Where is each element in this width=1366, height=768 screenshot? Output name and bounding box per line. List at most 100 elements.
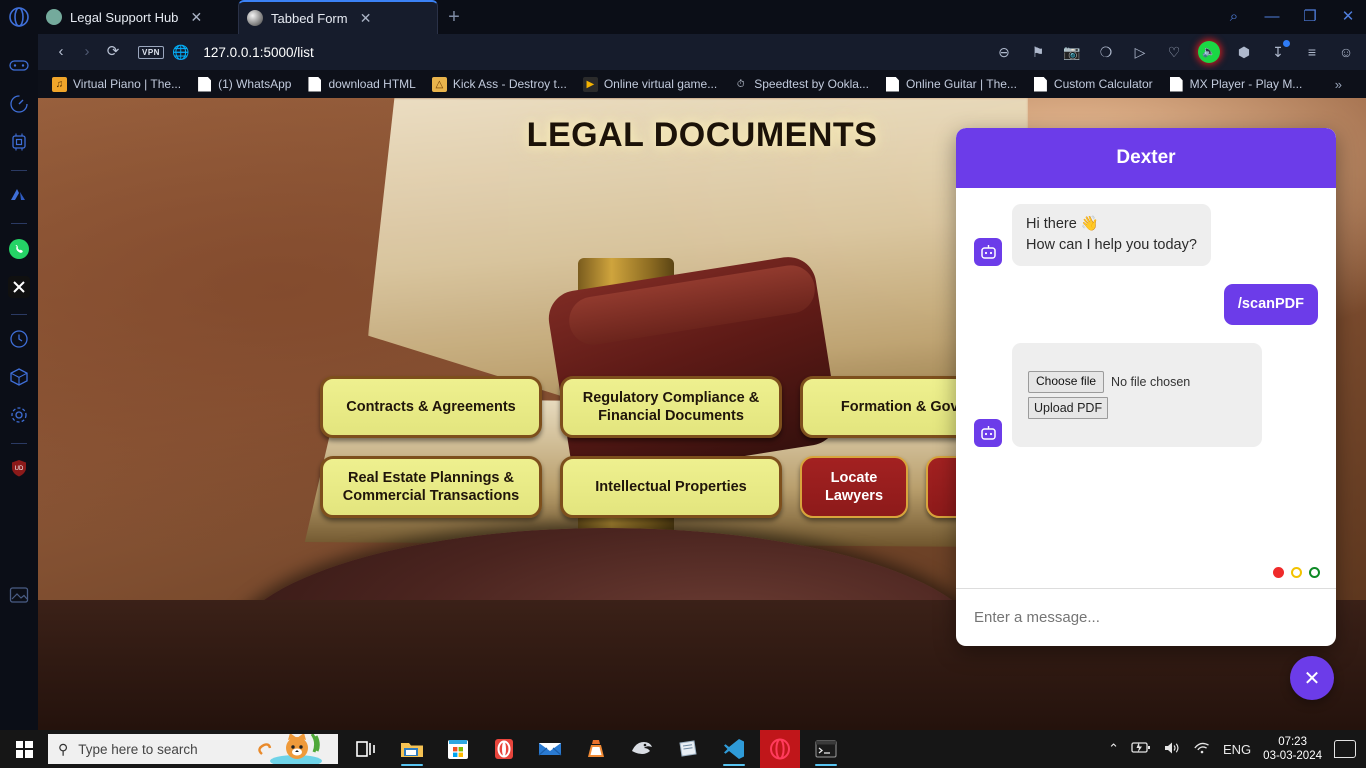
sidebar-divider xyxy=(11,443,27,444)
easy-setup-icon[interactable]: ≡ xyxy=(1302,42,1322,62)
opera-logo-icon[interactable] xyxy=(8,6,30,28)
bookmark-item[interactable]: download HTML xyxy=(301,75,421,94)
restore-button[interactable]: ❐ xyxy=(1300,7,1320,27)
bookmark-item[interactable]: MX Player - Play M... xyxy=(1163,75,1309,94)
windows-taskbar: ⚲ Type here to search ⌃ ENG 07:23 03-03-… xyxy=(0,730,1366,768)
browser-toolbar-icons: ⊖ ⚑ 📷 ❍ ▷ ♡ 🔈 ⬢ ↧ ≡ ☺ xyxy=(994,40,1356,63)
speedometer-icon[interactable] xyxy=(7,94,31,118)
back-button[interactable]: ‹ xyxy=(48,39,74,65)
language-indicator[interactable]: ENG xyxy=(1223,742,1251,757)
ud-shield-icon[interactable]: UD xyxy=(7,458,31,482)
category-button-regulatory[interactable]: Regulatory Compliance & Financial Docume… xyxy=(560,376,782,438)
category-button-contracts[interactable]: Contracts & Agreements xyxy=(320,376,542,438)
kickass-icon: △ xyxy=(431,76,447,92)
bookmark-item[interactable]: ▶ Online virtual game... xyxy=(577,75,723,94)
close-icon[interactable]: ✕ xyxy=(358,10,374,26)
task-view-icon[interactable] xyxy=(346,730,386,768)
bookmark-label: MX Player - Play M... xyxy=(1189,77,1303,91)
microsoft-store-icon[interactable] xyxy=(438,730,478,768)
vpn-badge[interactable]: VPN xyxy=(138,45,164,59)
opera-gx-icon[interactable] xyxy=(760,730,800,768)
battery-icon[interactable] xyxy=(1131,741,1151,757)
chat-close-button[interactable]: ✕ xyxy=(1290,656,1334,700)
cpu-limiter-icon[interactable] xyxy=(7,132,31,156)
search-icon: ⚲ xyxy=(58,740,69,757)
snapshot-icon[interactable]: 📷 xyxy=(1062,42,1082,62)
chat-bubble-text: Hi there 👋 How can I help you today? xyxy=(1012,204,1211,267)
whatsapp-icon[interactable] xyxy=(7,238,31,262)
gamepad-icon[interactable] xyxy=(7,56,31,80)
clock-history-icon[interactable] xyxy=(7,329,31,353)
gear-icon[interactable] xyxy=(7,405,31,429)
window-search-icon[interactable]: ⌕ xyxy=(1224,7,1244,27)
system-tray: ⌃ ENG 07:23 03-03-2024 xyxy=(1108,735,1366,764)
wifi-icon[interactable] xyxy=(1193,741,1211,758)
cube-icon[interactable]: ⬢ xyxy=(1234,42,1254,62)
x-twitter-icon[interactable] xyxy=(7,276,31,300)
sticky-notes-icon[interactable] xyxy=(668,730,708,768)
site-info-globe-icon[interactable]: 🌐 xyxy=(172,44,189,61)
action-button-locate-lawyers[interactable]: Locate Lawyers xyxy=(800,456,908,518)
heart-icon[interactable]: ♡ xyxy=(1164,42,1184,62)
clock-time: 07:23 xyxy=(1278,735,1307,748)
category-button-real-estate[interactable]: Real Estate Plannings & Commercial Trans… xyxy=(320,456,542,518)
image-icon[interactable] xyxy=(7,586,31,610)
bookmark-label: Virtual Piano | The... xyxy=(73,77,182,91)
notification-icon[interactable] xyxy=(1334,740,1356,758)
opera-gx-browser-window: Legal Support Hub ✕ Tabbed Form ✕ + ⌕ — … xyxy=(0,0,1366,730)
active-underline xyxy=(723,763,745,766)
player-icon[interactable]: ▷ xyxy=(1130,42,1150,62)
close-icon[interactable]: ✕ xyxy=(188,9,204,25)
tray-expand-chevron-icon[interactable]: ⌃ xyxy=(1108,741,1119,757)
browser-tab-legal-support-hub[interactable]: Legal Support Hub ✕ xyxy=(38,0,238,34)
start-button[interactable] xyxy=(0,730,48,768)
file-input-row[interactable]: Choose file No file chosen xyxy=(1028,371,1246,393)
minimize-button[interactable]: — xyxy=(1262,7,1282,27)
chat-message-input[interactable] xyxy=(974,609,1318,626)
address-bar-url[interactable]: 127.0.0.1:5000/list xyxy=(203,45,313,60)
browser-tab-tabbed-form[interactable]: Tabbed Form ✕ xyxy=(238,0,438,34)
taskbar-clock[interactable]: 07:23 03-03-2024 xyxy=(1263,735,1322,764)
upload-pdf-button[interactable]: Upload PDF xyxy=(1028,396,1109,419)
thunderbird-icon[interactable] xyxy=(622,730,662,768)
close-window-button[interactable]: ✕ xyxy=(1338,7,1358,27)
terminal-icon[interactable] xyxy=(806,730,846,768)
bookmark-item[interactable]: ♫ Virtual Piano | The... xyxy=(46,75,187,94)
status-dot-yellow[interactable] xyxy=(1291,567,1302,578)
bookmark-item[interactable]: Online Guitar | The... xyxy=(879,75,1023,94)
forward-button[interactable]: › xyxy=(74,39,100,65)
bookmark-item[interactable]: Custom Calculator xyxy=(1027,75,1159,94)
opera-icon[interactable] xyxy=(484,730,524,768)
reload-button[interactable]: ⟳ xyxy=(100,39,126,65)
downloads-icon[interactable]: ↧ xyxy=(1268,40,1290,62)
bookmark-item[interactable]: ⏱ Speedtest by Ookla... xyxy=(727,75,875,94)
chat-title: Dexter xyxy=(1116,147,1176,168)
volume-icon[interactable] xyxy=(1163,741,1181,758)
search-placeholder: Type here to search xyxy=(78,741,198,757)
bookmarks-overflow-button[interactable]: » xyxy=(1335,77,1358,92)
browser-titlebar: Legal Support Hub ✕ Tabbed Form ✕ + ⌕ — … xyxy=(0,0,1366,34)
bookmark-item[interactable]: △ Kick Ass - Destroy t... xyxy=(426,75,573,94)
mail-icon[interactable] xyxy=(530,730,570,768)
tiger-doodle-icon xyxy=(258,734,322,764)
choose-file-button[interactable]: Choose file xyxy=(1028,371,1105,393)
cube-icon[interactable] xyxy=(7,367,31,391)
zoom-out-icon[interactable]: ⊖ xyxy=(994,42,1014,62)
tab-title: Tabbed Form xyxy=(271,10,348,26)
opera-sidebar: UD xyxy=(0,34,38,730)
vscode-icon[interactable] xyxy=(714,730,754,768)
file-explorer-icon[interactable] xyxy=(392,730,432,768)
bookmark-item[interactable]: (1) WhatsApp xyxy=(191,75,297,94)
taskbar-search-box[interactable]: ⚲ Type here to search xyxy=(48,734,338,764)
new-tab-button[interactable]: + xyxy=(442,5,466,29)
opera-aria-icon[interactable] xyxy=(7,185,31,209)
adblock-shield-icon[interactable]: ❍ xyxy=(1096,42,1116,62)
category-button-intellectual-properties[interactable]: Intellectual Properties xyxy=(560,456,782,518)
status-dot-green[interactable] xyxy=(1309,567,1320,578)
profile-icon[interactable]: ☺ xyxy=(1336,42,1356,62)
status-dot-red[interactable] xyxy=(1273,567,1284,578)
vlc-icon[interactable] xyxy=(576,730,616,768)
sound-toggle-icon[interactable]: 🔈 xyxy=(1198,41,1220,63)
pin-page-icon[interactable]: ⚑ xyxy=(1028,42,1048,62)
chat-bubble-text: /scanPDF xyxy=(1223,284,1318,326)
